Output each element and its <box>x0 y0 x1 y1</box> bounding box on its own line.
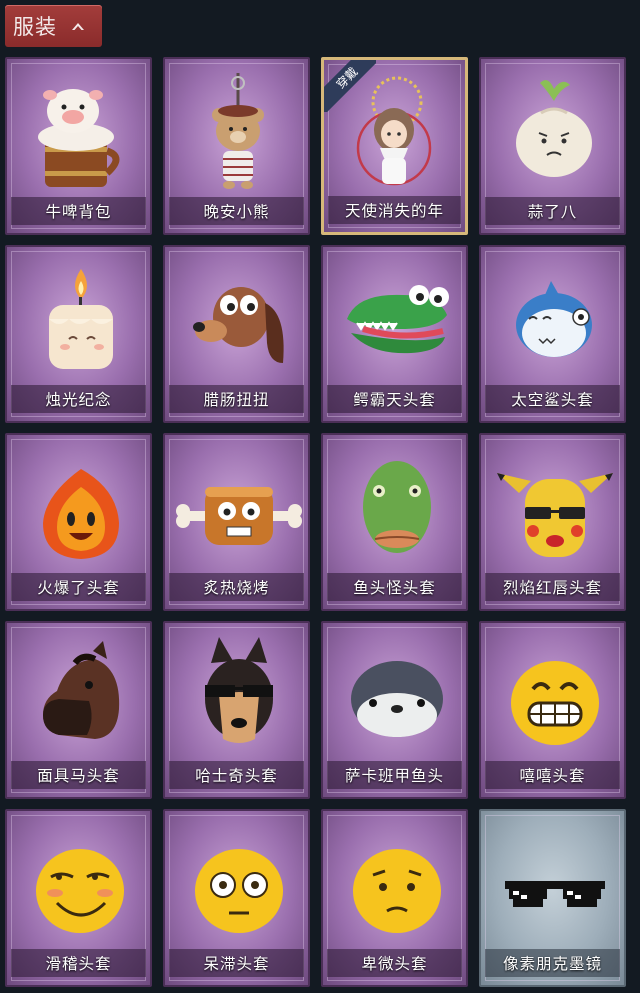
category-title: 服装 <box>13 15 57 39</box>
garlic-head-icon <box>481 59 624 201</box>
item-label: 哈士奇头套 <box>195 767 278 785</box>
item-label: 腊肠扭扭 <box>203 391 270 409</box>
smirk-emoji-head-icon <box>7 811 150 953</box>
item-label: 蒜了八 <box>527 203 578 221</box>
grin-emoji-head-icon <box>481 623 624 765</box>
crocodile-head-icon <box>323 247 466 389</box>
item-card-husky[interactable]: 哈士奇头套 <box>163 621 310 799</box>
item-label: 炙热烧烤 <box>203 579 270 597</box>
item-label: 鱼头怪头套 <box>353 579 436 597</box>
item-card-candle[interactable]: 烛光纪念 <box>5 245 152 423</box>
item-card-fish-monster[interactable]: 鱼头怪头套 <box>321 433 468 611</box>
item-card-grin[interactable]: 嘻嘻头套 <box>479 621 626 799</box>
yellow-pika-head-icon <box>481 435 624 577</box>
item-card-teddy-bear[interactable]: 晚安小熊 <box>163 57 310 235</box>
item-label: 烛光纪念 <box>45 391 112 409</box>
item-card-beer-backpack[interactable]: 牛啤背包 <box>5 57 152 235</box>
costume-category-tab[interactable]: 服装 <box>5 5 102 47</box>
item-label: 牛啤背包 <box>45 203 112 221</box>
item-card-horse-mask[interactable]: 面具马头套 <box>5 621 152 799</box>
item-card-dachshund[interactable]: 腊肠扭扭 <box>163 245 310 423</box>
item-card-humble[interactable]: 卑微头套 <box>321 809 468 987</box>
humble-emoji-head-icon <box>323 811 466 953</box>
item-card-space-shark[interactable]: 太空鲨头套 <box>479 245 626 423</box>
item-label: 烈焰红唇头套 <box>502 579 602 597</box>
item-card-pixel-sunglasses[interactable]: 像素朋克墨镜 <box>479 809 626 987</box>
fire-head-icon <box>7 435 150 577</box>
dachshund-head-icon <box>165 247 308 389</box>
horse-mask-head-icon <box>7 623 150 765</box>
teddy-bear-keychain-icon <box>165 59 308 201</box>
item-card-yellow-pika[interactable]: 烈焰红唇头套 <box>479 433 626 611</box>
item-card-dazed[interactable]: 呆滞头套 <box>163 809 310 987</box>
item-card-crocodile[interactable]: 鳄霸天头套 <box>321 245 468 423</box>
space-shark-head-icon <box>481 247 624 389</box>
costume-grid: 牛啤背包 晚安小熊 穿戴 天使消失的年 蒜了八 烛光纪念 腊肠扭扭 鳄霸天头套 … <box>5 57 635 987</box>
item-label: 鳄霸天头套 <box>353 391 436 409</box>
dazed-emoji-head-icon <box>165 811 308 953</box>
item-label: 呆滞头套 <box>203 955 270 973</box>
fish-monster-head-icon <box>323 435 466 577</box>
item-label: 卑微头套 <box>361 955 428 973</box>
item-label: 像素朋克墨镜 <box>502 955 602 973</box>
item-label: 面具马头套 <box>37 767 120 785</box>
pixel-sunglasses-icon <box>481 811 624 953</box>
item-card-smirk[interactable]: 滑稽头套 <box>5 809 152 987</box>
item-label: 火爆了头套 <box>37 579 120 597</box>
chevron-up-icon <box>72 23 84 30</box>
husky-head-icon <box>165 623 308 765</box>
sacabambaspis-head-icon <box>323 623 466 765</box>
item-card-bbq[interactable]: 炙热烧烤 <box>163 433 310 611</box>
item-card-sacabambaspis[interactable]: 萨卡班甲鱼头 <box>321 621 468 799</box>
item-label: 晚安小熊 <box>203 203 270 221</box>
equipped-badge: 穿戴 <box>324 60 376 112</box>
item-label: 萨卡班甲鱼头 <box>344 767 444 785</box>
item-card-fire-head[interactable]: 火爆了头套 <box>5 433 152 611</box>
item-label: 天使消失的年 <box>344 202 444 220</box>
item-card-garlic[interactable]: 蒜了八 <box>479 57 626 235</box>
item-label: 滑稽头套 <box>45 955 112 973</box>
beer-keg-cow-backpack-icon <box>7 59 150 201</box>
item-label: 太空鲨头套 <box>511 391 594 409</box>
bbq-meat-head-icon <box>165 435 308 577</box>
candle-head-icon <box>7 247 150 389</box>
item-label: 嘻嘻头套 <box>519 767 586 785</box>
item-card-angel-doll[interactable]: 穿戴 天使消失的年 <box>321 57 468 235</box>
